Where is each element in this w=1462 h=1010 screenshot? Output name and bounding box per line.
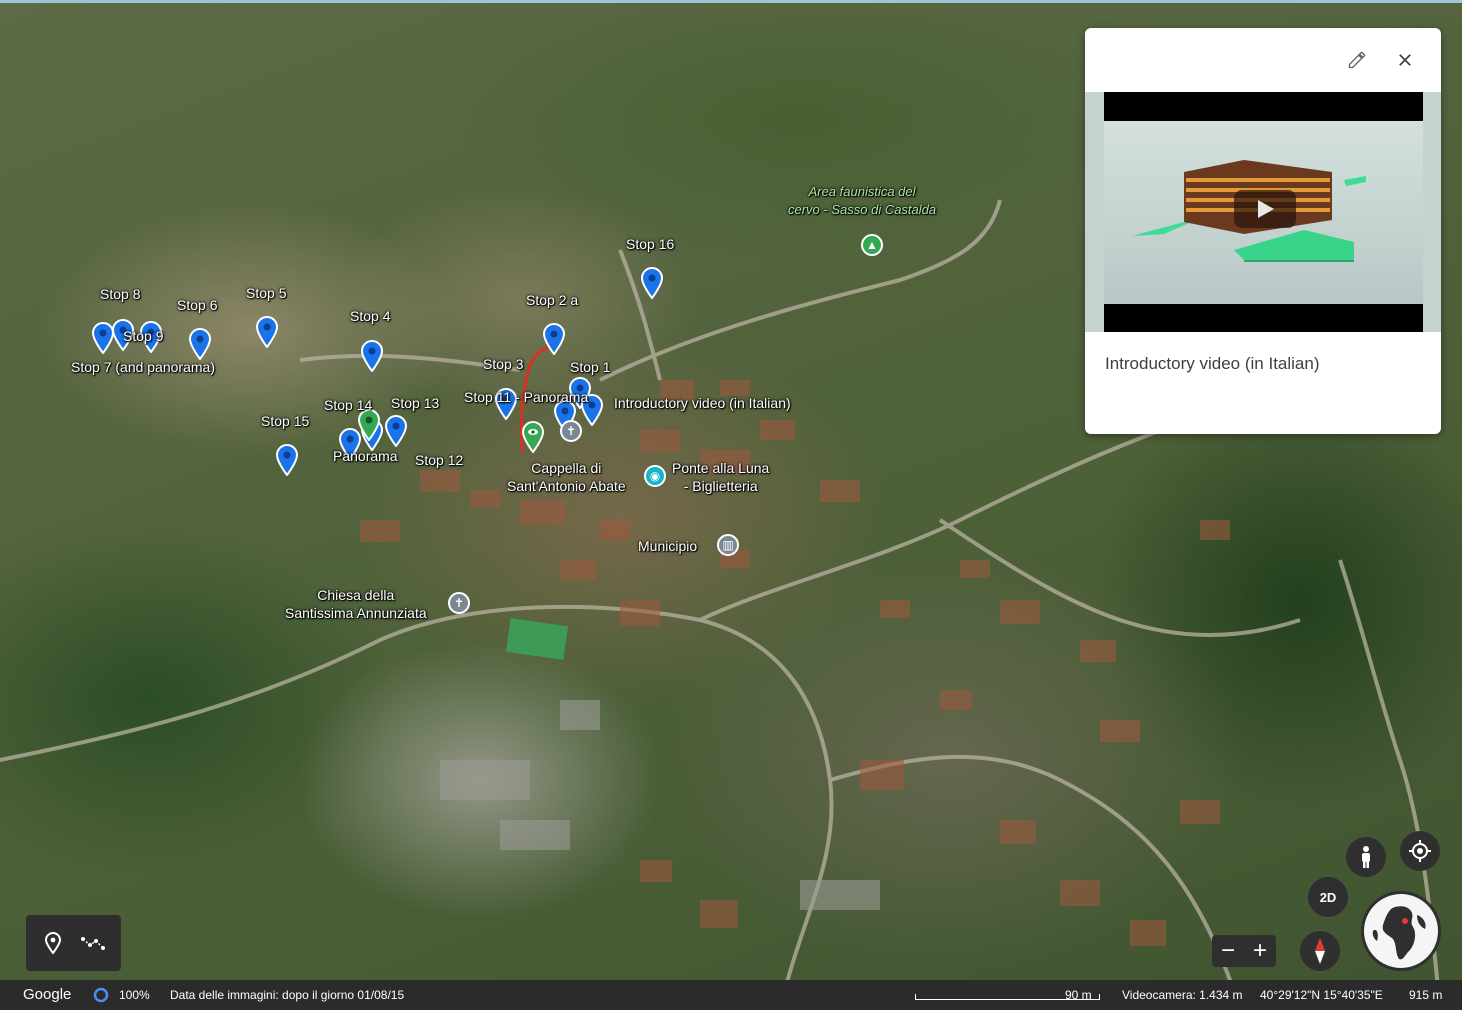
area-faunistica-label: Area faunistica del cervo - Sasso di Cas… bbox=[788, 184, 937, 217]
stop-label: Stop 3 bbox=[483, 356, 524, 372]
scale-bar bbox=[915, 994, 1100, 1000]
stop-13-marker[interactable] bbox=[384, 415, 408, 447]
toggle-2d-button[interactable]: 2D bbox=[1308, 877, 1348, 917]
stop-label: Stop 8 bbox=[100, 286, 141, 302]
stop-label: Stop 12 bbox=[415, 452, 464, 468]
stop-label: Panorama bbox=[333, 448, 398, 464]
church-icon[interactable]: ✝ bbox=[448, 592, 470, 614]
stop-label: Stop 11 - Panorama bbox=[464, 389, 589, 405]
stop-label: Stop 15 bbox=[261, 413, 310, 429]
video-pin-label: Introductory video (in Italian) bbox=[614, 395, 791, 411]
town-hall-icon[interactable]: ▥ bbox=[717, 534, 739, 556]
camera-altitude: Videocamera: 1.434 m bbox=[1122, 988, 1243, 1002]
loading-percent: 100% bbox=[119, 988, 150, 1002]
viewpoint-marker[interactable] bbox=[521, 421, 545, 453]
stop-15-marker[interactable] bbox=[275, 444, 299, 476]
card-title: Introductory video (in Italian) bbox=[1105, 354, 1320, 373]
stop-label: Stop 2 a bbox=[526, 292, 579, 308]
stop-4-marker[interactable] bbox=[360, 340, 384, 372]
info-card: Introductory video (in Italian) bbox=[1085, 28, 1441, 434]
cappella-label: Cappella di Sant'Antonio Abate bbox=[507, 460, 626, 494]
stop-label: Stop 13 bbox=[391, 395, 440, 411]
close-button[interactable] bbox=[1389, 44, 1421, 76]
compass-icon bbox=[1315, 938, 1325, 964]
pegman-icon bbox=[1362, 846, 1370, 868]
stop-label: Stop 5 bbox=[246, 285, 287, 301]
card-header bbox=[1085, 28, 1441, 92]
globe-button[interactable] bbox=[1361, 891, 1441, 971]
stop-6-marker[interactable] bbox=[188, 328, 212, 360]
zoom-out-button[interactable]: − bbox=[1212, 935, 1244, 967]
stop-14-marker[interactable] bbox=[357, 409, 381, 441]
my-location-button[interactable] bbox=[1400, 831, 1440, 871]
street-view-button[interactable] bbox=[1346, 837, 1386, 877]
stop-2a-marker[interactable] bbox=[542, 323, 566, 355]
locate-icon bbox=[1409, 840, 1431, 862]
coordinates: 40°29'12"N 15°40'35"E bbox=[1260, 988, 1383, 1002]
stop-label: Stop 6 bbox=[177, 297, 218, 313]
chiesa-label: Chiesa della Santissima Annunziata bbox=[285, 587, 427, 621]
imagery-date: Data delle immagini: dopo il giorno 01/0… bbox=[170, 988, 405, 1002]
window-top-border bbox=[0, 0, 1462, 3]
letterbox-bottom bbox=[1104, 304, 1423, 332]
church-icon[interactable]: ✝ bbox=[560, 420, 582, 442]
placemark-icon bbox=[44, 932, 62, 954]
tool-panel bbox=[26, 915, 121, 971]
stop-label: Stop 1 bbox=[570, 359, 611, 375]
path-icon bbox=[81, 937, 105, 950]
globe-icon bbox=[1364, 894, 1438, 968]
video-thumbnail[interactable] bbox=[1085, 92, 1441, 332]
stop-label: Stop 14 bbox=[324, 397, 373, 413]
zoom-controls: − + bbox=[1212, 935, 1276, 967]
status-bar: Google 100% Data delle immagini: dopo il… bbox=[0, 980, 1462, 1010]
google-logo: Google bbox=[23, 986, 72, 1003]
zoom-in-button[interactable]: + bbox=[1244, 935, 1276, 967]
stop-5-marker[interactable] bbox=[255, 316, 279, 348]
video-frame[interactable] bbox=[1104, 92, 1423, 332]
camera-poi-icon[interactable]: ◉ bbox=[644, 465, 666, 487]
stop-16-marker[interactable] bbox=[640, 267, 664, 299]
stop-label: Stop 4 bbox=[350, 308, 391, 324]
add-path-button[interactable] bbox=[79, 929, 107, 957]
add-placemark-button[interactable] bbox=[39, 929, 67, 957]
park-icon[interactable]: ▲ bbox=[861, 234, 883, 256]
stop-label: Stop 9 bbox=[123, 328, 164, 344]
municipio-label: Municipio bbox=[638, 538, 698, 554]
edit-button[interactable] bbox=[1341, 44, 1373, 76]
loading-icon bbox=[93, 987, 109, 1003]
stop-label: Stop 16 bbox=[626, 236, 675, 252]
compass-button[interactable] bbox=[1300, 931, 1340, 971]
close-icon bbox=[1399, 54, 1411, 66]
video-artwork bbox=[1132, 160, 1366, 262]
pencil-icon bbox=[1348, 51, 1366, 69]
elevation: 915 m bbox=[1409, 988, 1443, 1002]
stop-label: Stop 7 (and panorama) bbox=[71, 359, 215, 375]
ponte-label: Ponte alla Luna - Biglietteria bbox=[672, 460, 770, 494]
